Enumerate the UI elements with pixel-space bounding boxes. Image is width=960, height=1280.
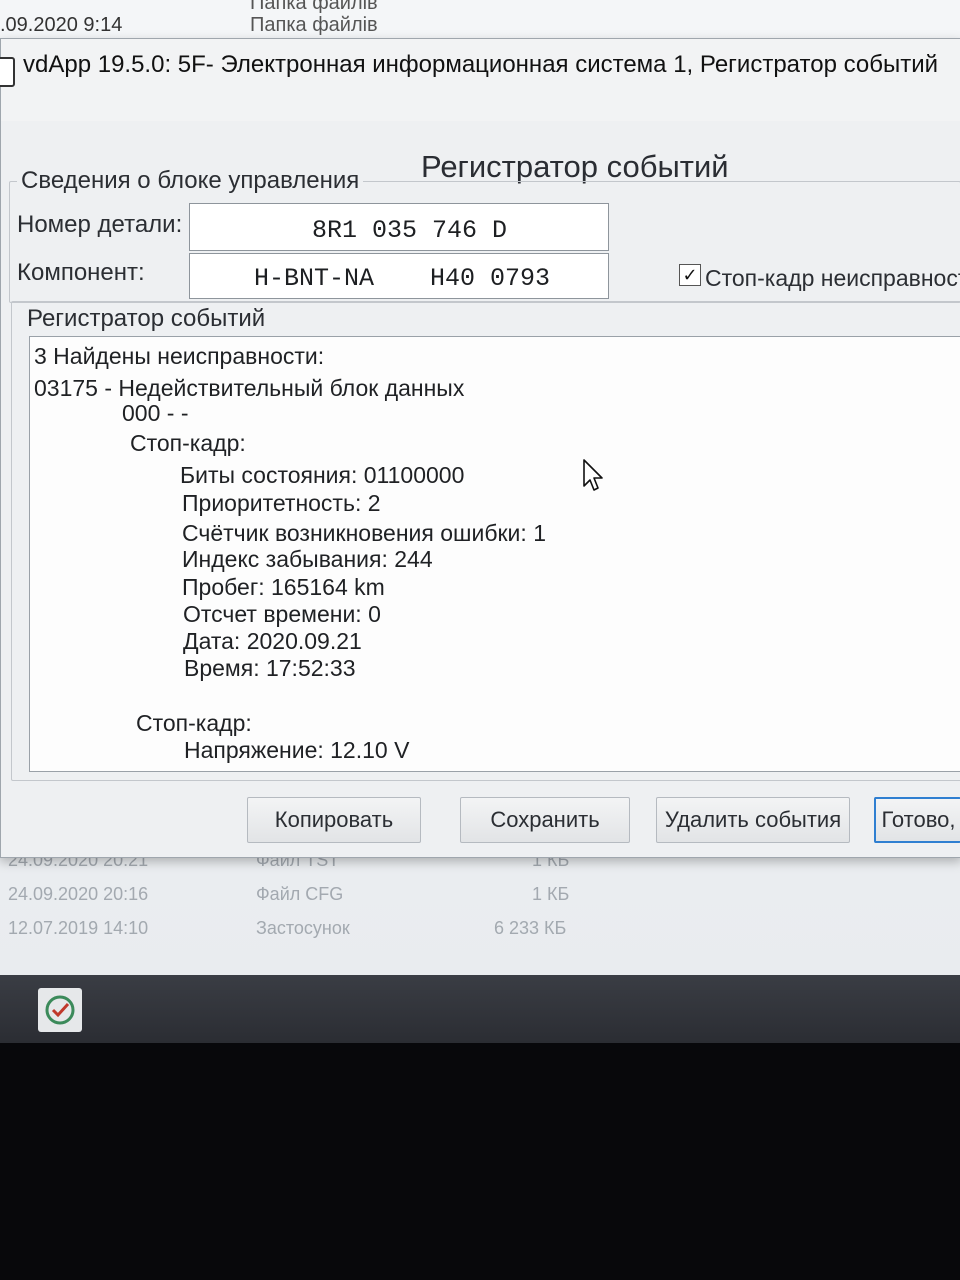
control-unit-legend: Сведения о блоке управления	[17, 167, 364, 195]
forget-index: Индекс забывания: 244	[182, 546, 433, 572]
priority: Приоритетность: 2	[182, 490, 381, 516]
freeze-frame-label: Стоп-кадр:	[136, 710, 252, 736]
taskbar-app-icon[interactable]	[38, 988, 82, 1032]
copy-button[interactable]: Копировать	[247, 797, 421, 843]
bg-row-size: 6 233 КБ	[494, 918, 567, 938]
bg-row-date: 24.09.2020 20:16	[8, 884, 149, 904]
freeze-frame-checkbox-label: Стоп-кадр неисправносте	[705, 265, 960, 291]
title-bar[interactable]: vdApp 19.5.0: 5F- Электронная информацио…	[0, 39, 960, 121]
event-recorder-window: vdApp 19.5.0: 5F- Электронная информацио…	[0, 38, 960, 858]
bg-row-date: 12.07.2019 14:10	[8, 918, 149, 938]
part-number-field: 8R1 035 746 D	[189, 203, 609, 251]
voltage: Напряжение: 12.10 V	[184, 737, 410, 763]
time-reference: Отсчет времени: 0	[183, 601, 381, 627]
app-icon	[0, 57, 15, 87]
bg-row-type: Папка файлів	[250, 0, 378, 14]
part-number-label: Номер детали:	[17, 211, 183, 238]
mileage: Пробег: 165164 km	[182, 574, 385, 600]
bg-row-date: .09.2020 9:14	[0, 14, 123, 36]
status-bits: Биты состояния: 01100000	[180, 462, 465, 488]
done-button[interactable]: Готово,	[874, 797, 960, 843]
page-title: Регистратор событий	[421, 149, 729, 184]
component-name: H-BNT-NA	[254, 264, 375, 293]
bg-row-size: 1 КБ	[532, 884, 570, 904]
event-recorder-legend: Регистратор событий	[23, 305, 270, 333]
component-code: H40 0793	[430, 264, 551, 293]
event-log-textbox[interactable]: 3 Найдены неисправности: 03175 - Недейст…	[29, 336, 960, 772]
bg-row-type: Файл CFG	[256, 884, 344, 904]
component-label: Компонент:	[17, 259, 145, 286]
fault-subcode: 000 - -	[122, 400, 189, 426]
freeze-frame-label: Стоп-кадр:	[130, 430, 246, 456]
date: Дата: 2020.09.21	[183, 628, 362, 654]
taskbar	[0, 975, 960, 1043]
window-title: vdApp 19.5.0: 5F- Электронная информацио…	[23, 51, 938, 78]
delete-events-button[interactable]: Удалить события	[656, 797, 850, 843]
save-button[interactable]: Сохранить	[460, 797, 630, 843]
screen-bezel	[0, 1043, 960, 1280]
bg-row-type: Застосунок	[256, 918, 350, 938]
time: Время: 17:52:33	[184, 655, 356, 681]
component-field: H-BNT-NA H40 0793	[189, 253, 609, 299]
bg-row-type: Папка файлів	[250, 14, 378, 36]
mouse-cursor-icon	[582, 458, 606, 497]
fault-code: 03175 - Недействительный блок данных	[34, 375, 465, 401]
freeze-frame-checkbox[interactable]: ✓	[679, 264, 701, 286]
fault-summary: 3 Найдены неисправности:	[34, 343, 325, 369]
occurrence-counter: Счётчик возникновения ошибки: 1	[182, 520, 546, 546]
